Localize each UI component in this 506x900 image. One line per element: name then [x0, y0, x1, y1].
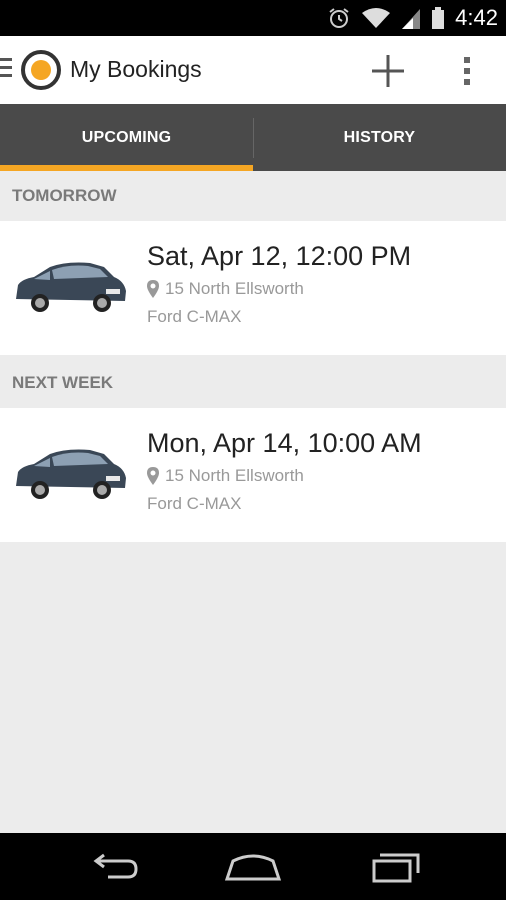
signal-icon [402, 9, 421, 29]
location-pin-icon [147, 280, 159, 298]
section-header-label: TOMORROW [12, 186, 117, 205]
status-bar: 4:42 [0, 0, 506, 36]
section-header-label: NEXT WEEK [12, 373, 114, 392]
home-icon[interactable] [223, 847, 283, 887]
drawer-indicator-icon[interactable] [0, 58, 12, 80]
battery-icon [432, 7, 445, 29]
location-label: 15 North Ellsworth [165, 466, 304, 485]
booking-date: Sat, Apr 12, 12:00 PM [147, 241, 412, 271]
app-bar: My Bookings [0, 36, 506, 104]
tab-bar: UPCOMING HISTORY [0, 104, 506, 171]
tab-label: HISTORY [343, 128, 416, 146]
car-image [16, 262, 126, 312]
location-label: 15 North Ellsworth [165, 279, 304, 298]
tab-history[interactable]: HISTORY [253, 104, 506, 171]
booking-location: 15 North Ellsworth [147, 279, 304, 299]
car-image [16, 449, 126, 499]
wifi-icon [362, 8, 391, 28]
booking-car: Ford C-MAX [147, 494, 242, 513]
booking-car: Ford C-MAX [147, 307, 242, 326]
tab-upcoming[interactable]: UPCOMING [0, 104, 253, 171]
back-icon[interactable] [84, 847, 144, 887]
section-header-tomorrow: TOMORROW [0, 171, 506, 221]
add-icon[interactable] [366, 49, 410, 93]
booking-location: 15 North Ellsworth [147, 466, 304, 486]
page-title: My Bookings [70, 56, 202, 82]
recents-icon[interactable] [366, 847, 426, 887]
booking-card[interactable]: Mon, Apr 14, 10:00 AM 15 North Ellsworth… [0, 408, 506, 542]
system-nav-bar [0, 833, 506, 900]
booking-card[interactable]: Sat, Apr 12, 12:00 PM 15 North Ellsworth… [0, 221, 506, 355]
tab-label: UPCOMING [81, 128, 172, 146]
status-time: 4:42 [455, 5, 498, 30]
alarm-icon [329, 8, 349, 28]
section-header-next-week: NEXT WEEK [0, 358, 506, 408]
app-logo[interactable] [20, 49, 62, 91]
booking-date: Mon, Apr 14, 10:00 AM [147, 428, 422, 458]
overflow-menu-icon[interactable] [452, 49, 482, 93]
location-pin-icon [147, 467, 159, 485]
